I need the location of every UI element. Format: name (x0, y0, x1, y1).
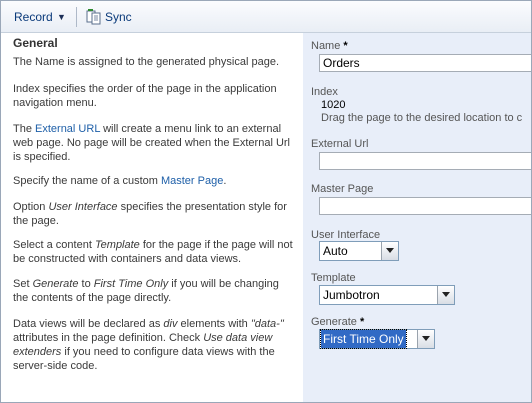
external-url-label: External Url (311, 138, 369, 150)
template-label: Template (311, 272, 356, 284)
chevron-down-icon[interactable] (437, 286, 454, 304)
help-panel: General The Name is assigned to the gene… (1, 33, 303, 402)
label-text: Name (311, 40, 341, 52)
master-page-link[interactable]: Master Page (161, 175, 223, 187)
help-text: The (13, 123, 36, 135)
help-generate: Set Generate to First Time Only if you w… (13, 277, 297, 305)
help-master-page: Specify the name of a custom Master Page… (13, 174, 297, 188)
name-label: Name * (311, 40, 348, 52)
chevron-down-icon[interactable] (381, 242, 398, 260)
template-value: Jumbotron (323, 288, 380, 302)
help-emphasis: First Time Only (93, 278, 169, 290)
toolbar-separator (76, 7, 77, 27)
help-text: Index specifies the order of the page in… (13, 83, 277, 109)
help-text: to (78, 278, 94, 290)
help-text: attributes in the page definition. Check (13, 332, 204, 344)
index-value: 1020 (321, 99, 346, 111)
chevron-down-icon[interactable] (417, 330, 434, 348)
record-menu-button[interactable]: Record (14, 9, 53, 25)
help-index: Index specifies the order of the page in… (13, 82, 297, 110)
toolbar: Record ▼ Sync (1, 1, 531, 33)
help-user-interface: Option User Interface specifies the pres… (13, 200, 297, 228)
help-external-url: The External URL will create a menu link… (13, 122, 297, 164)
help-emphasis: User Interface (48, 201, 118, 213)
sync-icon[interactable] (85, 8, 103, 26)
name-field[interactable]: Orders (319, 54, 531, 72)
index-label: Index (311, 86, 338, 98)
template-select[interactable]: Jumbotron (319, 285, 455, 305)
label-text: Generate (311, 316, 357, 328)
user-interface-value: Auto (323, 244, 348, 258)
help-text: . (223, 175, 227, 187)
help-text: Select a content (13, 239, 95, 251)
help-data-views: Data views will be declared as div eleme… (13, 317, 297, 373)
external-url-link[interactable]: External URL (35, 123, 100, 135)
required-marker: * (359, 316, 365, 328)
generate-select[interactable]: First Time Only (319, 329, 435, 349)
section-title: General (13, 36, 58, 50)
help-emphasis: Generate (32, 278, 79, 290)
chevron-down-icon[interactable]: ▼ (57, 9, 66, 25)
master-page-label: Master Page (311, 183, 374, 195)
help-text: Set (13, 278, 33, 290)
help-name: The Name is assigned to the generated ph… (13, 55, 297, 69)
master-page-field[interactable] (319, 197, 531, 215)
help-text: elements with (177, 318, 251, 330)
help-template: Select a content Template for the page i… (13, 238, 297, 266)
help-text: Data views will be declared as (13, 318, 164, 330)
generate-label: Generate * (311, 316, 364, 328)
user-interface-select[interactable]: Auto (319, 241, 399, 261)
help-emphasis: Template (94, 239, 140, 251)
help-text: The Name is assigned to the generated ph… (13, 56, 279, 68)
sync-button[interactable]: Sync (105, 9, 132, 25)
index-hint: Drag the page to the desired location to… (321, 112, 523, 124)
required-marker: * (343, 40, 348, 52)
external-url-field[interactable] (319, 152, 531, 170)
form-panel: Name * Orders Index 1020 Drag the page t… (303, 33, 531, 402)
generate-value: First Time Only (320, 329, 407, 349)
help-emphasis: div (163, 318, 178, 330)
help-text: Option (13, 201, 49, 213)
help-text: Specify the name of a custom (13, 175, 161, 187)
page-editor-window: Record ▼ Sync General The Name is assign… (0, 0, 532, 403)
help-emphasis: "data-" (250, 318, 284, 330)
user-interface-label: User Interface (311, 229, 381, 241)
